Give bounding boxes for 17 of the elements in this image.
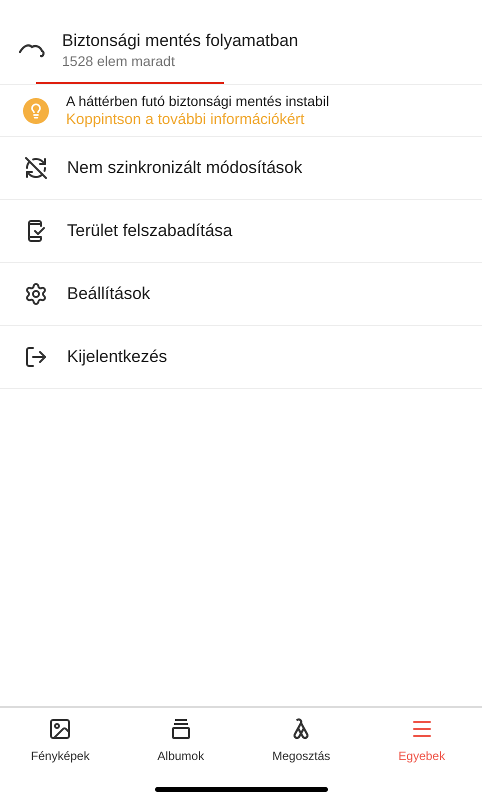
menu-item[interactable]: Terület felszabadítása [0,200,482,263]
settings-icon [24,282,48,306]
menu-item[interactable]: Nem szinkronizált módosítások [0,137,482,200]
nav-tab[interactable]: Fényképek [0,708,120,765]
sync-off-icon [24,156,48,180]
lightbulb-icon [23,98,49,124]
logout-icon [24,345,48,369]
backup-title: Biztonsági mentés folyamatban [62,30,298,52]
notice-text: A háttérben futó biztonsági mentés instabil [66,92,330,110]
notice-row[interactable]: A háttérben futó biztonsági mentés instabil Koppintson a további információkért [0,84,482,137]
cloud-icon [18,42,46,60]
menu-item[interactable]: Kijelentkezés [0,326,482,389]
nav-tab[interactable]: Megosztás [241,708,362,765]
menu-item[interactable]: Beállítások [0,263,482,326]
backup-subtitle: 1528 elem maradt [62,52,176,70]
nav-tab[interactable]: Albumok [120,708,241,765]
image-icon [48,717,72,741]
